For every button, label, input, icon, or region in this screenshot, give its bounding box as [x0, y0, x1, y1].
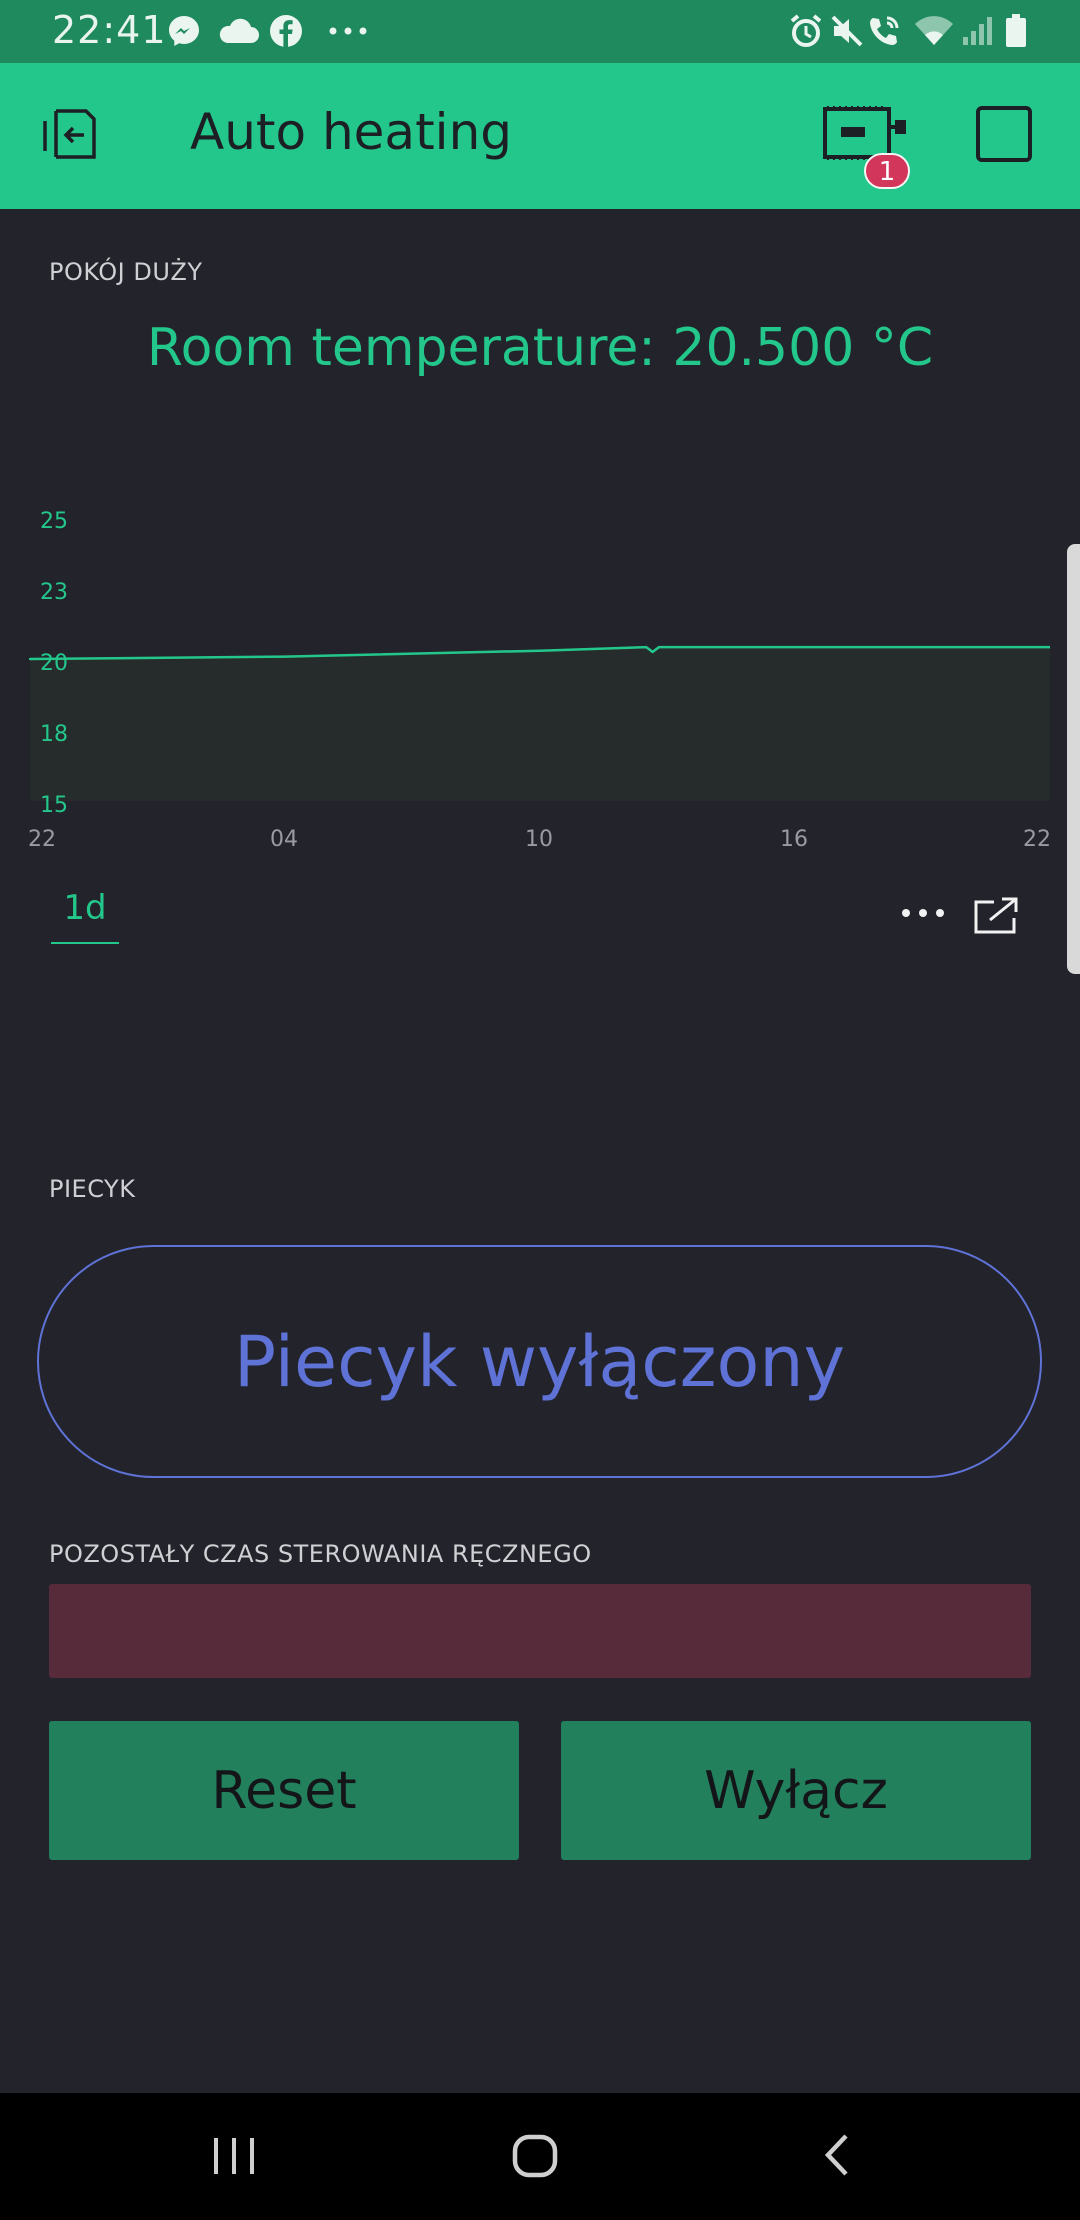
exit-project-button[interactable] — [40, 99, 110, 169]
room-temperature-display: Room temperature: 20.500 °C — [146, 318, 934, 378]
period-tab-underline — [51, 942, 119, 944]
status-time: 22:41 — [52, 8, 167, 52]
x-tick-label: 04 — [270, 827, 298, 852]
x-tick-label: 22 — [28, 827, 56, 852]
notification-badge: 1 — [864, 153, 910, 189]
y-tick-label: 20 — [40, 651, 68, 676]
y-tick-label: 23 — [40, 580, 68, 605]
y-tick-label: 18 — [40, 722, 68, 747]
x-tick-label: 22 — [1023, 827, 1051, 852]
heater-state-button[interactable]: Piecyk wyłączony — [37, 1245, 1042, 1478]
fullscreen-button[interactable] — [972, 896, 1020, 936]
home-icon[interactable] — [511, 2130, 559, 2184]
temperature-chart[interactable]: 25 23 20 18 15 22 04 10 16 22 — [0, 480, 1080, 860]
alarm-icon — [787, 12, 825, 50]
room-widget-label: POKÓJ DUŻY — [49, 258, 203, 286]
y-tick-label: 25 — [40, 509, 68, 534]
y-tick-label: 15 — [40, 793, 68, 818]
facebook-icon — [268, 12, 304, 50]
manual-time-label: POZOSTAŁY CZAS STEROWANIA RĘCZNEGO — [49, 1540, 592, 1568]
scroll-handle[interactable] — [1067, 544, 1080, 974]
chart-area-fill — [30, 647, 1050, 801]
more-options-button[interactable] — [900, 903, 946, 923]
x-tick-label: 10 — [525, 827, 553, 852]
recent-apps-icon[interactable] — [210, 2130, 258, 2184]
more-dots-icon — [902, 909, 944, 917]
signal-icon — [960, 12, 994, 50]
open-external-icon — [974, 897, 1018, 934]
reset-button[interactable]: Reset — [49, 1721, 519, 1860]
turn-off-button[interactable]: Wyłącz — [561, 1721, 1031, 1860]
exit-icon — [43, 109, 96, 159]
wifi-call-icon — [866, 12, 902, 50]
manual-time-display — [49, 1584, 1031, 1678]
battery-icon — [1002, 12, 1030, 50]
messenger-icon — [166, 12, 202, 50]
play-stop-button[interactable] — [976, 106, 1032, 162]
project-title: Auto heating — [190, 103, 512, 161]
x-tick-label: 16 — [780, 827, 808, 852]
wifi-icon — [914, 12, 954, 50]
more-notifications-icon — [328, 12, 368, 50]
mute-icon — [829, 12, 865, 50]
back-icon[interactable] — [818, 2130, 858, 2184]
app-bar: Auto heating 1 — [0, 63, 1080, 209]
status-bar: 22:41 — [0, 0, 1080, 63]
period-tab-1d[interactable]: 1d — [51, 888, 119, 928]
cloud-icon — [216, 12, 260, 50]
heater-widget-label: PIECYK — [49, 1175, 136, 1203]
